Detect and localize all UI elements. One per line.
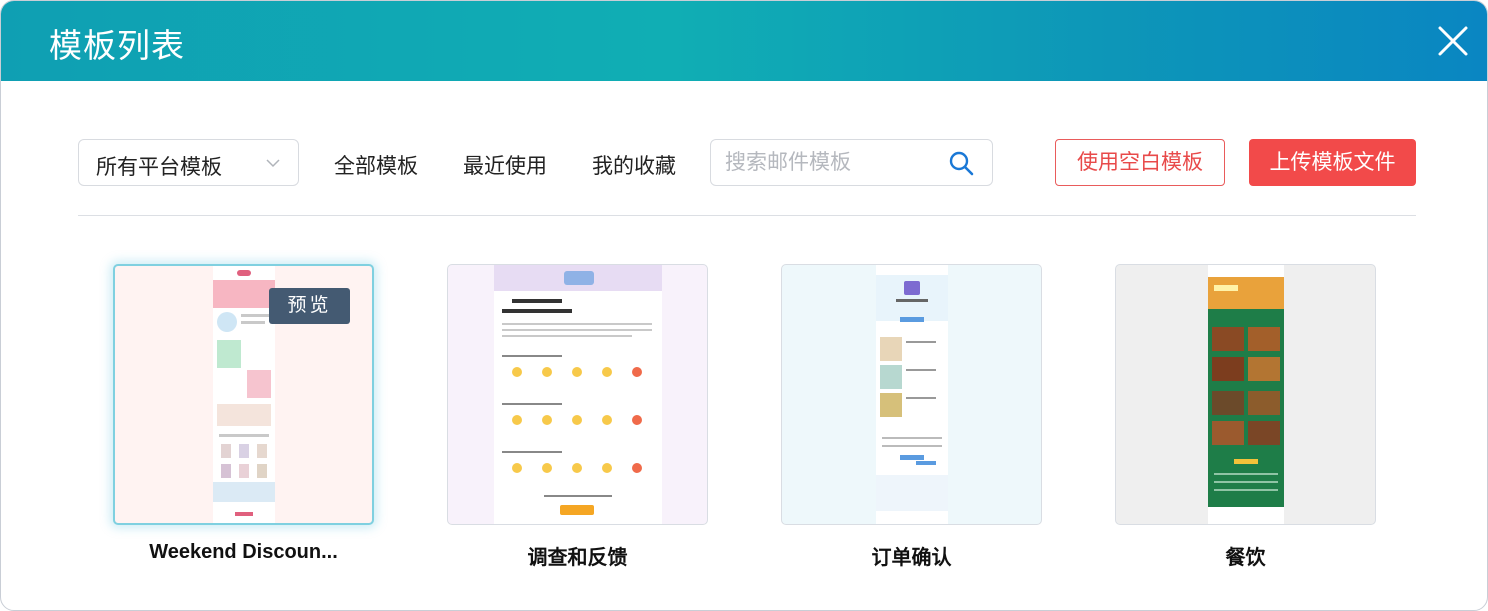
close-button[interactable] [1435, 23, 1471, 59]
template-thumbnail [213, 266, 275, 523]
search-input[interactable] [725, 148, 935, 178]
platform-select-value: 所有平台模板 [96, 156, 222, 179]
use-blank-template-button[interactable]: 使用空白模板 [1055, 139, 1225, 186]
dialog-title: 模板列表 [49, 27, 185, 64]
search-box [710, 139, 993, 186]
dialog-header: 模板列表 [1, 1, 1487, 81]
template-card-order-confirmation[interactable] [781, 264, 1042, 525]
tab-all-templates[interactable]: 全部模板 [334, 150, 418, 180]
search-icon[interactable] [948, 150, 974, 176]
upload-template-button[interactable]: 上传模板文件 [1249, 139, 1416, 186]
preview-button[interactable]: 预览 [269, 288, 350, 324]
close-icon [1438, 26, 1468, 56]
template-thumbnail [494, 265, 662, 524]
template-card-restaurant[interactable] [1115, 264, 1376, 525]
template-name: 餐饮 [1225, 547, 1266, 569]
template-name: 订单确认 [871, 547, 952, 569]
template-name: Weekend Discoun... [149, 541, 338, 563]
platform-select[interactable]: 所有平台模板 [78, 139, 299, 186]
template-name: 调查和反馈 [527, 547, 628, 569]
divider [78, 215, 1416, 216]
template-thumbnail [876, 265, 948, 524]
template-card-weekend-discount[interactable]: 预览 [113, 264, 374, 525]
template-list-dialog: 模板列表 所有平台模板 全部模板 最近使用 我的收藏 搜索邮件模板 使用空白模板… [0, 0, 1488, 611]
template-thumbnail [1208, 265, 1284, 524]
tab-recently-used[interactable]: 最近使用 [463, 150, 547, 180]
chevron-down-icon [266, 156, 280, 170]
tab-my-favorites[interactable]: 我的收藏 [592, 150, 676, 180]
toolbar: 所有平台模板 全部模板 最近使用 我的收藏 使用空白模板 上传模板文件 [1, 139, 1487, 187]
template-card-survey-feedback[interactable] [447, 264, 708, 525]
